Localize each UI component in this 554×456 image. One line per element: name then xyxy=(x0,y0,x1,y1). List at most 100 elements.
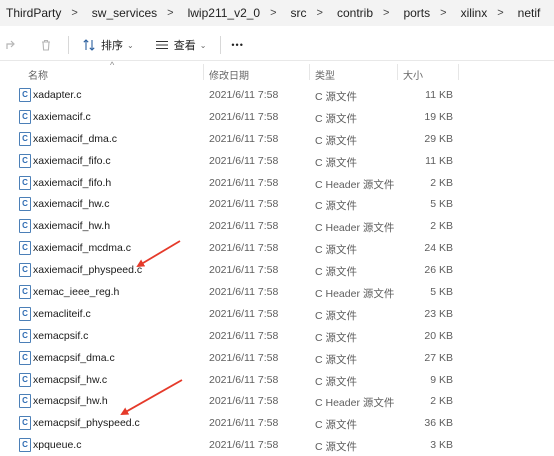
file-size: 3 KB xyxy=(430,439,453,452)
file-name: xaxiemacif_hw.c xyxy=(33,198,110,211)
more-icon: ••• xyxy=(231,40,244,50)
file-date: 2021/6/11 7:58 xyxy=(209,89,279,101)
column-divider[interactable] xyxy=(397,64,398,80)
breadcrumb-item[interactable]: netif xyxy=(512,6,541,20)
column-divider[interactable] xyxy=(203,64,204,80)
table-row[interactable]: C xemacpsif_hw.c 2021/6/11 7:58 C 源文件 9 … xyxy=(0,369,554,391)
view-label: 查看 xyxy=(173,40,196,52)
breadcrumb-item[interactable]: contrib xyxy=(331,6,373,20)
column-header-row: ^ 名称 修改日期 类型 大小 xyxy=(0,60,554,82)
breadcrumb-item[interactable]: ports xyxy=(397,6,430,20)
breadcrumb-item[interactable]: xilinx xyxy=(455,6,488,20)
table-row[interactable]: C xemacpsif_dma.c 2021/6/11 7:58 C 源文件 2… xyxy=(0,347,554,369)
file-size: 24 KB xyxy=(424,242,453,255)
table-row[interactable]: C xaxiemacif_dma.c 2021/6/11 7:58 C 源文件 … xyxy=(0,128,554,150)
sort-icon xyxy=(81,37,97,53)
c-file-icon: C xyxy=(19,438,31,453)
table-row[interactable]: C xpqueue.c 2021/6/11 7:58 C 源文件 3 KB xyxy=(0,434,554,456)
file-name: xemacpsif.c xyxy=(33,329,89,342)
h-file-icon: C xyxy=(19,175,31,190)
more-options-button[interactable]: ••• xyxy=(231,30,243,60)
table-row[interactable]: C xadapter.c 2021/6/11 7:58 C 源文件 11 KB xyxy=(0,84,554,106)
file-type: C 源文件 xyxy=(315,91,357,103)
table-row[interactable]: C xemacpsif_physpeed.c 2021/6/11 7:58 C … xyxy=(0,412,554,434)
share-button[interactable] xyxy=(4,30,20,60)
table-row[interactable]: C xaxiemacif_physpeed.c 2021/6/11 7:58 C… xyxy=(0,259,554,281)
file-size: 26 KB xyxy=(424,264,453,277)
file-date: 2021/6/11 7:58 xyxy=(209,439,279,452)
chevron-down-icon: ⌄ xyxy=(127,40,134,50)
file-size: 29 KB xyxy=(424,132,453,145)
file-name: xemacpsif_hw.c xyxy=(33,373,108,386)
table-row[interactable]: C xaxiemacif_hw.c 2021/6/11 7:58 C 源文件 5… xyxy=(0,193,554,215)
file-type: C 源文件 xyxy=(315,309,357,322)
file-type: C 源文件 xyxy=(315,156,357,169)
c-file-icon: C xyxy=(19,306,31,321)
c-file-icon: C xyxy=(19,328,31,343)
file-date: 2021/6/11 7:58 xyxy=(209,417,279,430)
toolbar-divider xyxy=(68,36,69,54)
file-name: xemacpsif_physpeed.c xyxy=(33,417,140,430)
file-type: C 源文件 xyxy=(315,331,357,344)
column-header-name[interactable]: 名称 xyxy=(28,67,48,82)
chevron-right-icon: > xyxy=(167,7,174,19)
file-type: C Header 源文件 xyxy=(315,222,395,235)
table-row[interactable]: C xemacliteif.c 2021/6/11 7:58 C 源文件 23 … xyxy=(0,303,554,325)
breadcrumb-item[interactable]: sw_services xyxy=(86,6,157,20)
trash-icon xyxy=(38,37,54,53)
file-name: xaxiemacif_fifo.c xyxy=(33,154,111,167)
file-date: 2021/6/11 7:58 xyxy=(209,373,279,386)
column-header-date[interactable]: 修改日期 xyxy=(209,67,249,82)
table-row[interactable]: C xemacpsif.c 2021/6/11 7:58 C 源文件 20 KB xyxy=(0,325,554,347)
file-name: xpqueue.c xyxy=(33,439,82,452)
file-date: 2021/6/11 7:58 xyxy=(209,395,279,408)
file-type: C 源文件 xyxy=(315,200,357,213)
column-divider[interactable] xyxy=(458,64,459,80)
chevron-right-icon: > xyxy=(316,7,323,19)
file-type: C 源文件 xyxy=(315,266,357,279)
h-file-icon: C xyxy=(19,285,31,300)
file-date: 2021/6/11 7:58 xyxy=(209,176,279,189)
table-row[interactable]: C xaxiemacif_hw.h 2021/6/11 7:58 C Heade… xyxy=(0,215,554,237)
file-size: 9 KB xyxy=(430,373,453,386)
file-size: 11 KB xyxy=(425,154,453,167)
breadcrumb: ThirdParty > sw_services > lwip211_v2_0 … xyxy=(0,0,554,26)
chevron-right-icon: > xyxy=(71,7,78,19)
file-date: 2021/6/11 7:58 xyxy=(209,264,279,277)
file-type: C Header 源文件 xyxy=(315,178,395,191)
table-row[interactable]: C xaxiemacif_mcdma.c 2021/6/11 7:58 C 源文… xyxy=(0,237,554,259)
breadcrumb-item[interactable]: lwip211_v2_0 xyxy=(182,6,261,20)
table-row[interactable]: C xaxiemacif_fifo.c 2021/6/11 7:58 C 源文件… xyxy=(0,150,554,172)
breadcrumb-item[interactable]: ThirdParty xyxy=(0,6,61,20)
h-file-icon: C xyxy=(19,219,31,234)
delete-button[interactable] xyxy=(38,30,54,60)
file-date: 2021/6/11 7:58 xyxy=(209,286,279,299)
file-type: C 源文件 xyxy=(315,112,357,125)
column-header-size[interactable]: 大小 xyxy=(403,67,423,82)
file-type: C 源文件 xyxy=(315,441,357,454)
chevron-right-icon: > xyxy=(497,7,504,19)
file-date: 2021/6/11 7:58 xyxy=(209,307,279,320)
toolbar-divider xyxy=(220,36,222,54)
table-row[interactable]: C xemac_ieee_reg.h 2021/6/11 7:58 C Head… xyxy=(0,281,554,303)
list-view-icon xyxy=(154,37,170,53)
table-row[interactable]: C xemacpsif_hw.h 2021/6/11 7:58 C Header… xyxy=(0,390,554,412)
c-file-icon: C xyxy=(19,131,31,146)
c-file-icon: C xyxy=(19,109,31,124)
file-date: 2021/6/11 7:58 xyxy=(209,242,279,255)
sort-button[interactable]: 排序 ⌄ xyxy=(81,30,134,60)
column-divider[interactable] xyxy=(309,64,310,80)
sort-indicator-icon: ^ xyxy=(110,60,115,70)
file-size: 36 KB xyxy=(424,417,453,430)
file-list: C xadapter.c 2021/6/11 7:58 C 源文件 11 KB … xyxy=(0,84,554,456)
share-icon xyxy=(4,37,20,53)
table-row[interactable]: C xaxiemacif_fifo.h 2021/6/11 7:58 C Hea… xyxy=(0,172,554,194)
chevron-right-icon: > xyxy=(383,7,390,19)
table-row[interactable]: C xaxiemacif.c 2021/6/11 7:58 C 源文件 19 K… xyxy=(0,106,554,128)
file-name: xaxiemacif.c xyxy=(33,110,91,123)
view-button[interactable]: 查看 ⌄ xyxy=(154,30,206,60)
file-name: xaxiemacif_physpeed.c xyxy=(33,264,143,277)
breadcrumb-item[interactable]: src xyxy=(285,6,307,20)
column-header-type[interactable]: 类型 xyxy=(315,67,335,82)
file-date: 2021/6/11 7:58 xyxy=(209,154,279,167)
